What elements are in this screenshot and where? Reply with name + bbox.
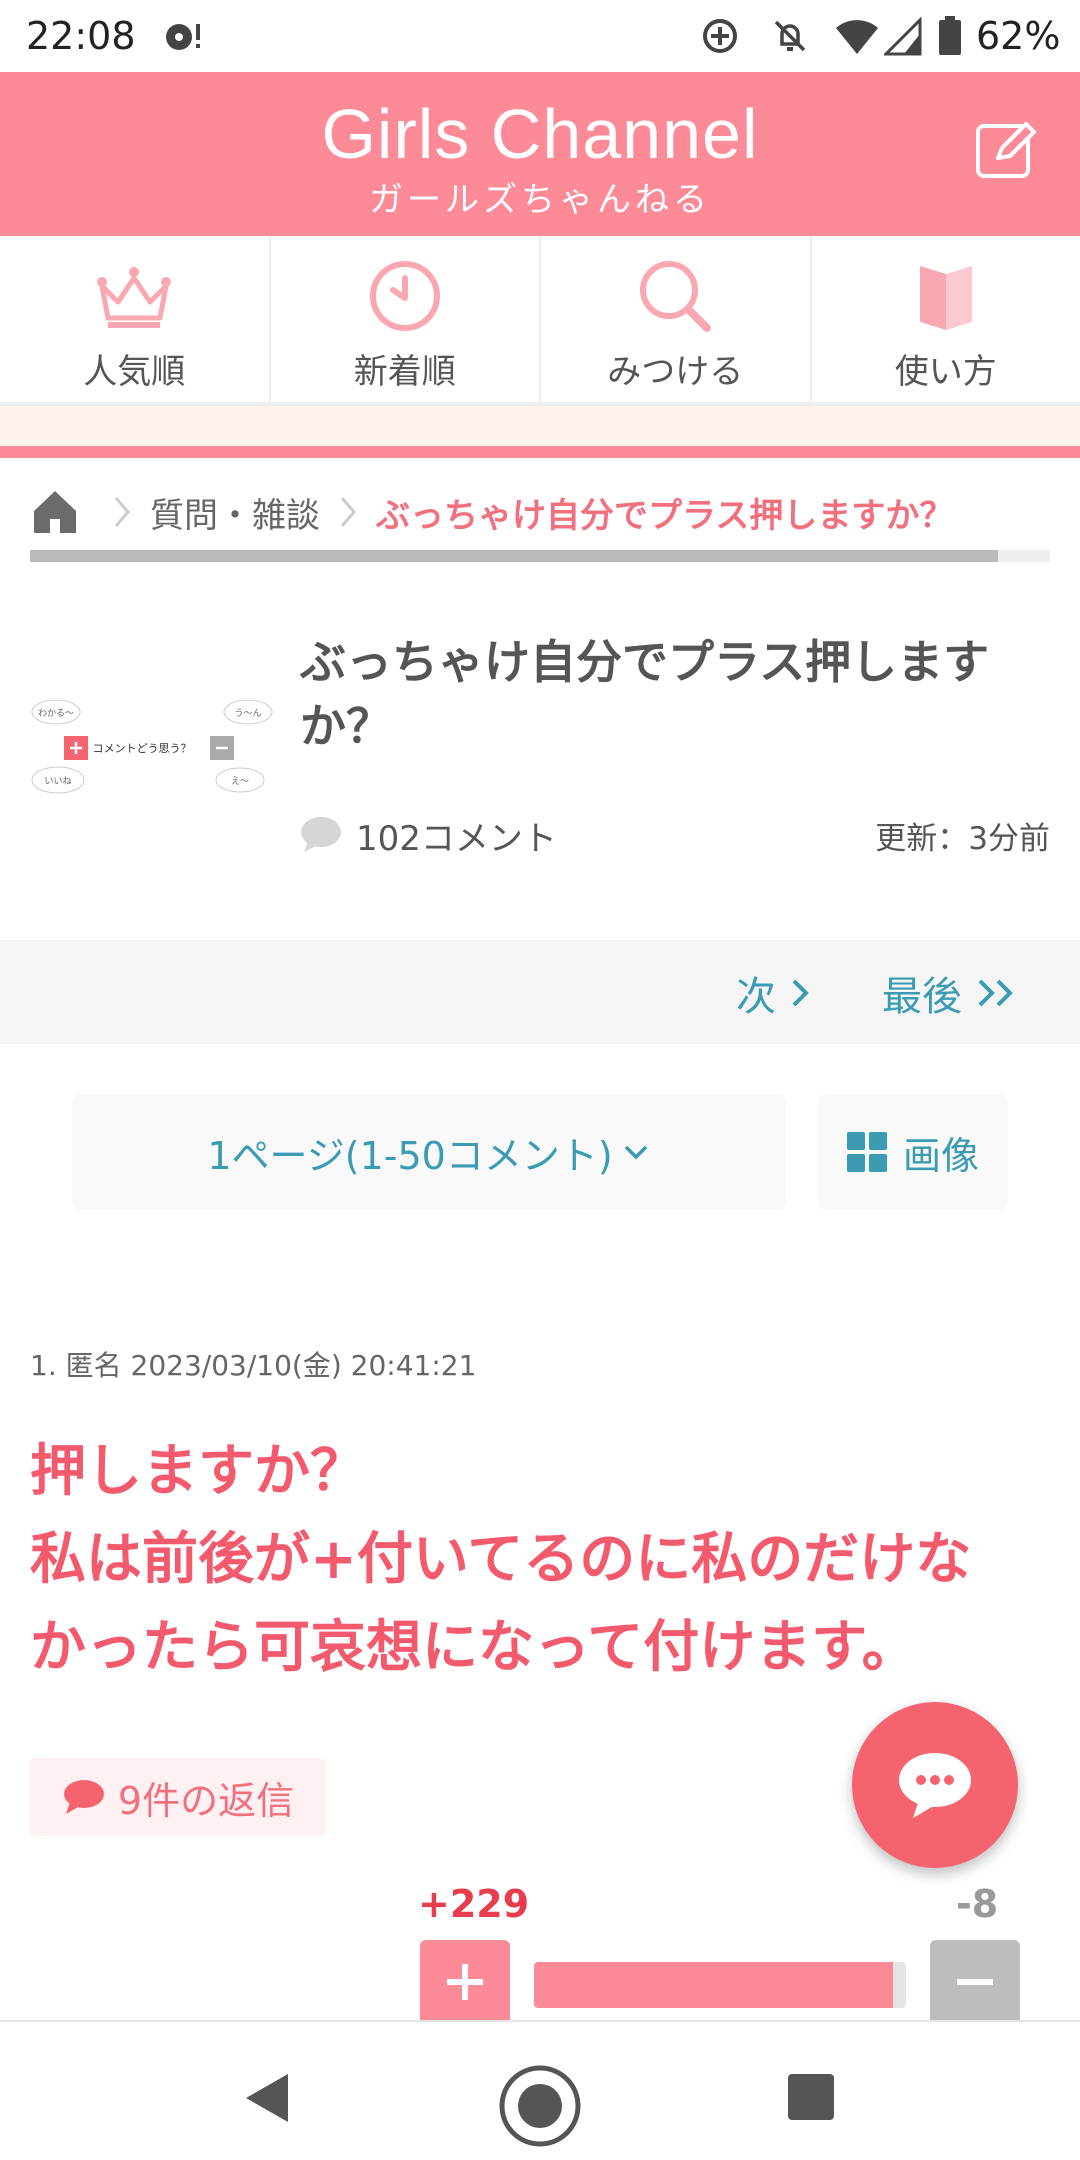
comment-line: かったら可哀想になって付けます。 — [30, 1615, 918, 1680]
status-bar: 22:08 62% — [0, 0, 1080, 72]
nav-item-popular[interactable]: 人気順 — [0, 236, 271, 404]
last-page-label: 最後 — [882, 974, 962, 1020]
search-icon — [640, 261, 712, 332]
battery-icon — [939, 16, 961, 55]
svg-text:いいね: いいね — [44, 776, 71, 787]
clock-icon — [369, 261, 440, 331]
crown-icon — [97, 267, 172, 328]
breadcrumb-category[interactable]: 質問・雑談 — [150, 488, 320, 537]
comment-bubble-icon — [63, 1780, 104, 1814]
nav-item-new[interactable]: 新着順 — [271, 236, 541, 404]
nav-item-label: 使い方 — [894, 352, 997, 392]
post-comment-fab[interactable] — [852, 1702, 1018, 1868]
battery-percent: 62% — [976, 14, 1061, 58]
nav-item-label: みつける — [607, 352, 744, 392]
comment-body: 押しますか？ 私は前後が+付いてるのに私のだけな かったら可哀想になって付けます… — [30, 1428, 1050, 1692]
comment-count: 102コメント — [356, 818, 557, 859]
next-page-link[interactable]: 次 — [736, 964, 812, 1022]
plus-icon — [447, 1964, 483, 2000]
chevron-down-icon — [624, 1145, 647, 1160]
comment-header: 1. 匿名 2023/03/10(金) 20:41:21 — [30, 1349, 477, 1382]
last-page-link[interactable]: 最後 — [882, 964, 1020, 1022]
plus-count: +229 — [418, 1882, 530, 1926]
edit-icon[interactable] — [972, 116, 1038, 182]
vote-ratio-bar — [534, 1962, 906, 2008]
minus-count: -8 — [956, 1882, 999, 1926]
comment-line: 私は前後が+付いてるのに私のだけな — [30, 1527, 972, 1592]
topic-meta: 102コメント 更新：3分前 — [300, 810, 1050, 860]
do-not-disturb-icon — [774, 20, 806, 52]
breadcrumb-scrollbar[interactable] — [30, 550, 1050, 562]
image-gallery-label: 画像 — [902, 1133, 979, 1178]
logo-text[interactable]: Girls Channel — [0, 94, 1080, 174]
svg-text:う〜ん: う〜ん — [234, 708, 261, 719]
svg-text:え〜: え〜 — [231, 776, 249, 787]
comment-bubble-icon — [301, 817, 341, 852]
comment-line: 押しますか？ — [30, 1439, 366, 1504]
plus-vote-button[interactable] — [420, 1940, 510, 2020]
topic-thumbnail[interactable]: わかる〜 う〜ん いいね え〜 コメントどう思う？ — [30, 692, 274, 802]
vote-ratio-fill — [534, 1962, 894, 2008]
home-button-icon[interactable] — [498, 2064, 582, 2148]
breadcrumb-current: ぶっちゃけ自分でプラス押しますか？ — [376, 495, 954, 536]
back-icon[interactable] — [244, 2072, 290, 2124]
grid-icon — [846, 1132, 887, 1172]
recent-apps-icon[interactable] — [788, 2074, 834, 2120]
svg-text:わかる〜: わかる〜 — [38, 708, 74, 719]
replies-button[interactable]: 9件の返信 — [30, 1758, 326, 1836]
signal-icon — [884, 16, 922, 56]
breadcrumb: 質問・雑談 ぶっちゃけ自分でプラス押しますか？ — [30, 480, 1050, 544]
page-select-label: 1ページ(1-50コメント) — [207, 1133, 613, 1178]
chat-bubble-icon — [899, 1753, 971, 1818]
status-time: 22:08 — [26, 14, 136, 58]
page-select-dropdown[interactable]: 1ページ(1-50コメント) — [72, 1094, 786, 1210]
updated-time: 更新：3分前 — [875, 820, 1050, 857]
wifi-icon — [836, 20, 878, 54]
minus-icon — [957, 1979, 993, 1985]
home-icon[interactable] — [30, 487, 80, 537]
minus-vote-button[interactable] — [930, 1940, 1020, 2020]
main-nav: 人気順 新着順 みつける 使い方 — [0, 236, 1080, 404]
chevron-right-icon — [340, 497, 356, 527]
logo-subtext: ガールズちゃんねる — [369, 180, 711, 220]
pager: 次 最後 — [0, 940, 1080, 1044]
system-nav-bar — [0, 2020, 1080, 2160]
topic-title: ぶっちゃけ自分でプラス押しますか？ — [300, 635, 990, 753]
next-page-label: 次 — [736, 974, 776, 1020]
replies-label: 9件の返信 — [117, 1778, 295, 1823]
svg-text:コメントどう思う？: コメントどう思う？ — [93, 742, 192, 755]
banner-strip — [0, 406, 1080, 446]
chevron-right-icon — [792, 979, 809, 1007]
nav-item-label: 人気順 — [83, 352, 186, 392]
image-gallery-button[interactable]: 画像 — [818, 1094, 1008, 1210]
nav-item-guide[interactable]: 使い方 — [812, 236, 1080, 404]
site-header: Girls Channel ガールズちゃんねる — [0, 72, 1080, 236]
notification-icon — [166, 24, 200, 50]
chevron-right-icon — [114, 497, 130, 527]
nav-item-label: 新着順 — [353, 352, 456, 392]
double-chevron-right-icon — [978, 979, 1013, 1007]
accent-line — [0, 446, 1080, 458]
book-icon — [919, 266, 972, 330]
data-saver-icon — [703, 19, 737, 53]
nav-item-search[interactable]: みつける — [541, 236, 812, 404]
